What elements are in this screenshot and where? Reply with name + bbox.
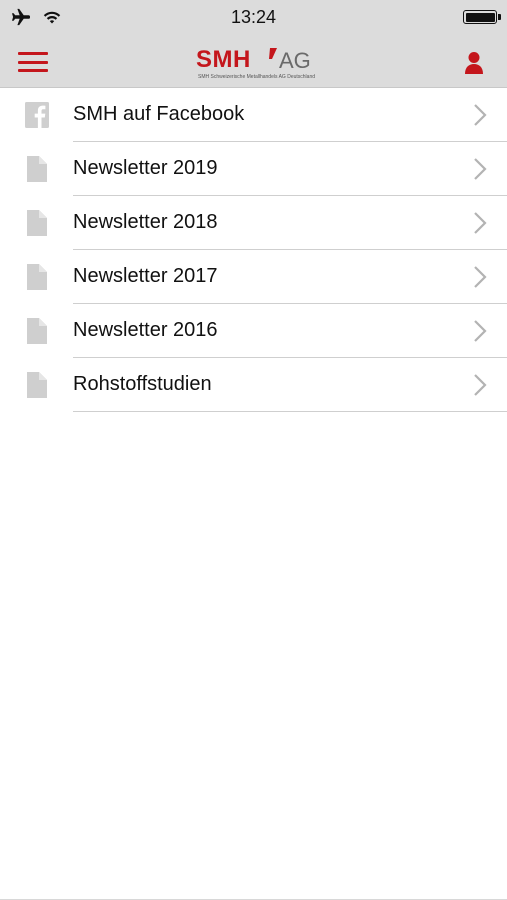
status-time: 13:24 [230,7,277,27]
list-item-facebook[interactable]: SMH auf Facebook [0,88,507,142]
chevron-right-icon [473,104,487,126]
logo-text: SMH [196,46,251,73]
chevron-right-icon [473,212,487,234]
list-item-label: Newsletter 2018 [73,211,218,233]
menu-list: SMH auf Facebook Newsletter 2019 Newslet… [0,88,507,412]
document-icon [25,318,49,344]
chevron-right-icon [473,320,487,342]
chevron-right-icon [473,374,487,396]
list-item-label: Newsletter 2019 [73,157,218,179]
list-item-newsletter-2017[interactable]: Newsletter 2017 [0,250,507,304]
chevron-right-icon [473,158,487,180]
row-divider [73,411,507,412]
battery-icon [463,10,497,24]
list-item-newsletter-2016[interactable]: Newsletter 2016 [0,304,507,358]
list-item-newsletter-2019[interactable]: Newsletter 2019 [0,142,507,196]
document-icon [25,210,49,236]
document-icon [25,156,49,182]
logo-suffix: AG [279,48,311,73]
list-item-label: SMH auf Facebook [73,103,245,125]
logo-subtitle: SMH Schweizerische Metallhandels AG Deut… [198,74,315,80]
document-icon [25,372,49,398]
logo: SMH AG SMH Schweizerische Metallhandels … [196,46,315,80]
user-icon[interactable] [461,50,487,76]
hamburger-menu-icon[interactable] [18,52,48,72]
status-bar: 13:24 [0,0,507,36]
list-item-label: Newsletter 2017 [73,265,218,287]
facebook-icon [25,102,49,128]
battery-tip [498,14,501,20]
list-item-newsletter-2018[interactable]: Newsletter 2018 [0,196,507,250]
list-item-label: Newsletter 2016 [73,319,218,341]
nav-bar: SMH AG SMH Schweizerische Metallhandels … [0,36,507,88]
list-item-label: Rohstoffstudien [73,373,212,395]
document-icon [25,264,49,290]
logo-accent-mark [269,48,277,59]
battery-fill [465,12,495,22]
chevron-right-icon [473,266,487,288]
list-item-rohstoffstudien[interactable]: Rohstoffstudien [0,358,507,412]
